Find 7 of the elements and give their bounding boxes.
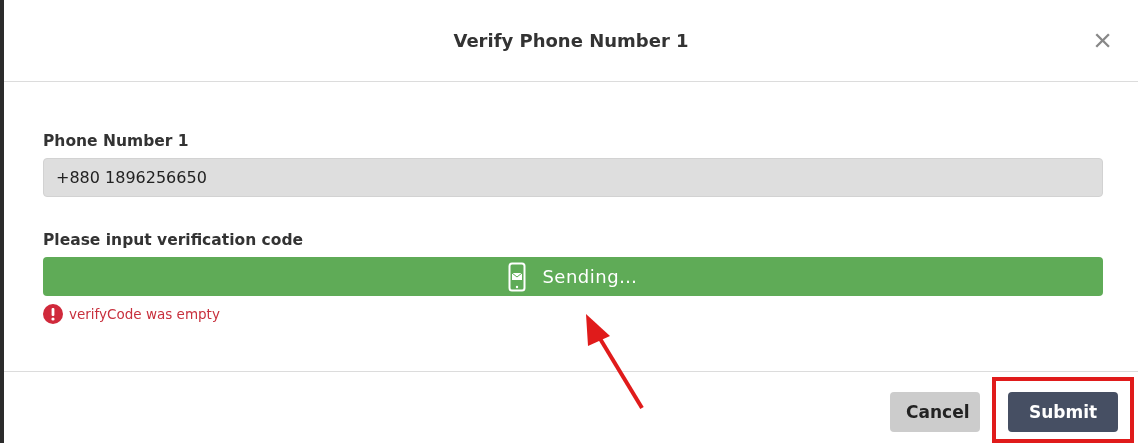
field-label: Phone Number 1 [43, 132, 190, 150]
close-button[interactable]: × [1089, 24, 1116, 56]
submit-button[interactable]: Submit [1008, 391, 1118, 432]
cancel-button[interactable]: Cancel [890, 391, 980, 432]
field-label: Please input verification code [43, 231, 305, 249]
dialog-title: Verify Phone Number 1 [453, 30, 689, 51]
error-message: verifyCode was empty [69, 306, 220, 322]
